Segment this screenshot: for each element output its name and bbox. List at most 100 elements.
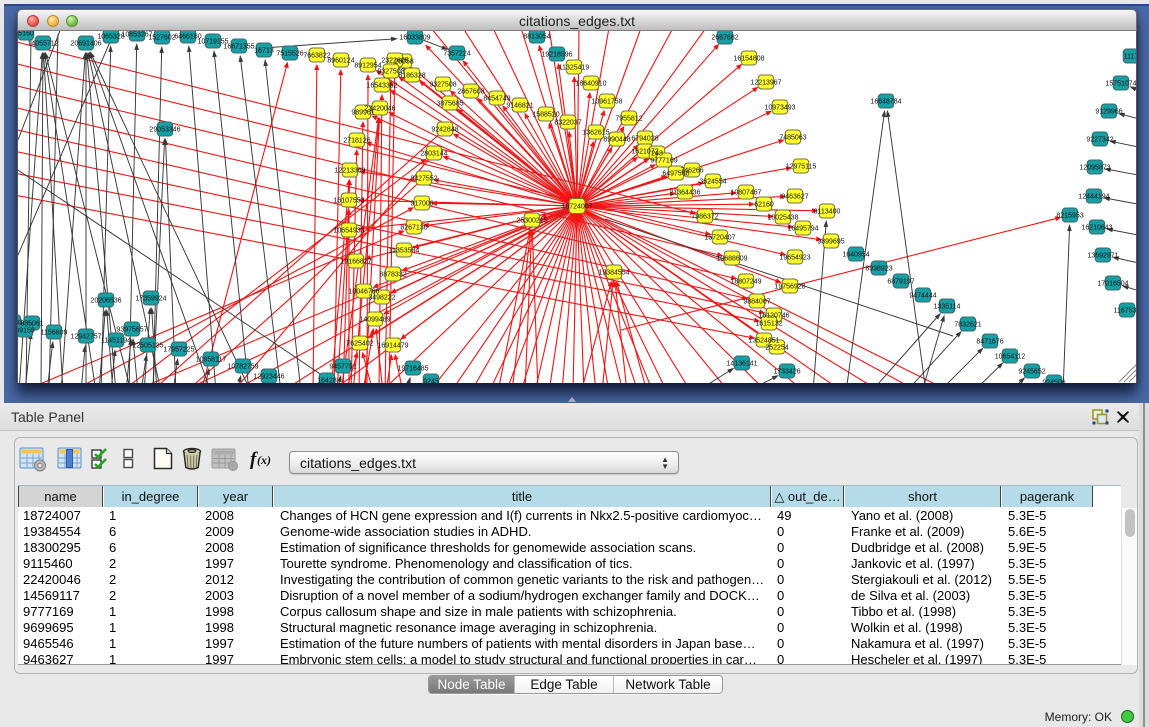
svg-text:18640910: 18640910 <box>575 80 606 87</box>
svg-text:17359924: 17359924 <box>135 295 166 302</box>
svg-text:9463627: 9463627 <box>781 193 808 200</box>
svg-text:8113400: 8113400 <box>814 208 841 215</box>
svg-text:9457791: 9457791 <box>329 363 356 370</box>
svg-text:1117: 1117 <box>1124 53 1137 60</box>
svg-text:25300215: 25300215 <box>516 217 547 224</box>
svg-text:8454749: 8454749 <box>483 95 510 102</box>
svg-text:252254: 252254 <box>765 344 788 351</box>
svg-text:12923446: 12923446 <box>253 373 284 380</box>
svg-text:10807467: 10807467 <box>730 189 761 196</box>
svg-text:9242848: 9242848 <box>431 126 458 133</box>
svg-text:1335114: 1335114 <box>934 303 961 310</box>
svg-text:6794028: 6794028 <box>631 135 658 142</box>
svg-text:7515526: 7515526 <box>276 50 303 57</box>
svg-text:2718126: 2718126 <box>343 137 370 144</box>
svg-text:9146821: 9146821 <box>506 102 533 109</box>
svg-text:19716485: 19716485 <box>397 365 428 372</box>
svg-text:16914479: 16914479 <box>377 342 408 349</box>
svg-text:16495794: 16495794 <box>787 225 818 232</box>
svg-text:11451194: 11451194 <box>101 337 131 344</box>
svg-text:243: 243 <box>651 150 663 157</box>
svg-text:19756928: 19756928 <box>774 283 805 290</box>
svg-text:16713: 16713 <box>254 47 274 54</box>
svg-text:989961: 989961 <box>351 109 374 116</box>
svg-text:6879197: 6879197 <box>887 278 914 285</box>
svg-text:19654923: 19654923 <box>779 254 810 261</box>
svg-text:1640954: 1640954 <box>842 251 869 258</box>
svg-text:3875685: 3875685 <box>436 100 463 107</box>
svg-text:10961758: 10961758 <box>591 98 622 105</box>
svg-text:8267130: 8267130 <box>400 224 427 231</box>
svg-text:3624554: 3624554 <box>699 178 726 185</box>
svg-text:13524851: 13524851 <box>748 337 779 344</box>
svg-text:8322037: 8322037 <box>554 119 581 126</box>
svg-text:(x): (x) <box>257 453 271 467</box>
svg-text:62160: 62160 <box>754 201 774 208</box>
svg-text:20206536: 20206536 <box>90 297 121 304</box>
svg-text:17016504: 17016504 <box>1097 280 1128 287</box>
svg-text:9245652: 9245652 <box>1018 368 1045 375</box>
svg-text:12942757: 12942757 <box>70 333 101 340</box>
svg-text:10025438: 10025438 <box>767 214 798 221</box>
svg-text:16210643: 16210643 <box>1081 224 1112 231</box>
svg-text:1588520: 1588520 <box>532 111 559 118</box>
svg-text:16648784: 16648784 <box>870 98 901 105</box>
svg-text:12444194: 12444194 <box>1078 193 1109 200</box>
svg-text:8960124: 8960124 <box>327 57 354 64</box>
svg-text:16543382: 16543382 <box>366 82 397 89</box>
svg-text:7832621: 7832621 <box>954 321 981 328</box>
svg-text:14136141: 14136141 <box>726 360 757 367</box>
svg-text:7955812: 7955812 <box>615 115 642 122</box>
svg-text:16033809: 16033809 <box>399 34 430 41</box>
svg-text:13692971: 13692971 <box>1087 252 1118 259</box>
svg-text:7625402: 7625402 <box>346 340 373 347</box>
svg-text:18807249: 18807249 <box>730 278 761 285</box>
svg-text:14055712: 14055712 <box>27 40 58 47</box>
svg-text:14099489: 14099489 <box>359 316 390 323</box>
svg-text:9884067: 9884067 <box>743 298 770 305</box>
svg-text:8427552: 8427552 <box>410 175 437 182</box>
svg-text:917006: 917006 <box>410 200 433 207</box>
svg-text:8215953: 8215953 <box>1056 212 1083 219</box>
svg-text:12505135: 12505135 <box>132 342 163 349</box>
svg-text:11325419: 11325419 <box>559 64 590 71</box>
svg-text:10688609: 10688609 <box>716 255 747 262</box>
svg-text:2803144: 2803144 <box>420 150 447 157</box>
svg-text:1733426: 1733426 <box>773 368 800 375</box>
svg-text:8878332: 8878332 <box>379 271 406 278</box>
svg-text:9327508: 9327508 <box>377 68 404 75</box>
svg-text:9227342: 9227342 <box>1086 136 1113 143</box>
svg-text:9245: 9245 <box>423 378 439 383</box>
svg-text:7357224: 7357224 <box>443 50 470 57</box>
svg-text:93975657: 93975657 <box>116 326 147 333</box>
svg-text:1156809: 1156809 <box>41 329 68 336</box>
svg-text:8938923: 8938923 <box>865 265 892 272</box>
svg-text:12095873: 12095873 <box>1079 164 1110 171</box>
svg-text:924506: 924506 <box>1042 379 1065 383</box>
svg-text:10958117: 10958117 <box>196 356 227 363</box>
svg-text:9129966: 9129966 <box>1095 108 1122 115</box>
svg-text:5160: 5160 <box>18 31 34 37</box>
svg-text:8813054: 8813054 <box>523 33 550 40</box>
svg-text:2322605: 2322605 <box>381 57 408 64</box>
svg-text:39159: 39159 <box>18 327 35 334</box>
svg-text:17957225: 17957225 <box>163 346 194 353</box>
svg-text:9777169: 9777169 <box>650 157 677 164</box>
svg-text:12213967: 12213967 <box>750 79 781 86</box>
svg-text:19218596: 19218596 <box>541 51 572 58</box>
svg-text:9899695: 9899695 <box>817 238 844 245</box>
svg-text:10654933: 10654933 <box>333 227 364 234</box>
svg-text:8990448: 8990448 <box>603 136 630 143</box>
svg-text:12975115: 12975115 <box>786 163 817 170</box>
svg-text:19384554: 19384554 <box>598 269 629 276</box>
svg-text:16120746: 16120746 <box>758 312 789 319</box>
svg-text:1615132: 1615132 <box>755 320 782 327</box>
svg-text:16671355: 16671355 <box>223 43 254 50</box>
svg-text:16154808: 16154808 <box>733 55 764 62</box>
svg-text:10654112: 10654112 <box>995 353 1026 360</box>
svg-text:2687682: 2687682 <box>711 34 738 41</box>
svg-text:2867608: 2867608 <box>457 88 484 95</box>
svg-text:15720407: 15720407 <box>704 234 735 241</box>
svg-text:20691406: 20691406 <box>70 40 101 47</box>
svg-text:3498222: 3498222 <box>368 294 395 301</box>
